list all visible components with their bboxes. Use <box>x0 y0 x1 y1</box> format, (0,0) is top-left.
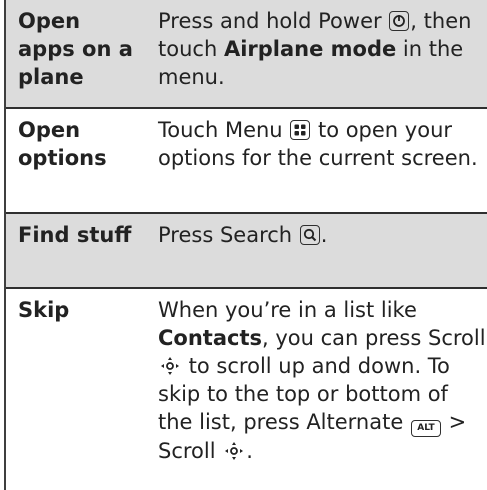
row-description-text: Press and hold Power <box>158 9 389 33</box>
table-row: Open apps on a plane Press and hold Powe… <box>6 0 487 107</box>
row-description-text: Press Search <box>158 223 299 247</box>
row-description-text: Touch Menu <box>158 118 290 142</box>
power-key-icon <box>389 11 410 31</box>
table-row: Open options Touch Menu to open your opt… <box>6 109 487 212</box>
row-description: Touch Menu to open your options for the … <box>158 116 487 172</box>
row-description: When you’re in a list like Contacts, you… <box>158 296 487 465</box>
row-term: Open options <box>18 118 107 170</box>
row-description: Press and hold Power , then touch Airpla… <box>158 7 487 91</box>
row-description: Press Search . <box>158 221 487 249</box>
scroll-navigation-icon <box>159 355 181 377</box>
alt-key-icon: ALT <box>410 420 441 437</box>
scroll-navigation-icon <box>223 440 245 462</box>
row-description-text: , you can press Scroll <box>262 326 486 350</box>
row-description-text: . <box>246 439 253 463</box>
contacts-label: Contacts <box>158 326 262 350</box>
row-term: Skip <box>18 298 70 322</box>
quick-tips-table: Open apps on a plane Press and hold Powe… <box>0 0 487 490</box>
row-description-text: to scroll up and down. To skip to the to… <box>158 354 450 434</box>
airplane-mode-label: Airplane mode <box>223 37 397 61</box>
row-description-text: . <box>320 223 328 247</box>
table-row: Find stuff Press Search . <box>6 214 487 287</box>
row-term: Open apps on a plane <box>18 9 133 89</box>
search-key-icon <box>299 225 320 245</box>
table-row: Skip When you’re in a list like Contacts… <box>6 289 487 490</box>
menu-key-icon <box>290 120 311 140</box>
row-description-text: When you’re in a list like <box>158 298 417 322</box>
row-term: Find stuff <box>18 223 132 247</box>
